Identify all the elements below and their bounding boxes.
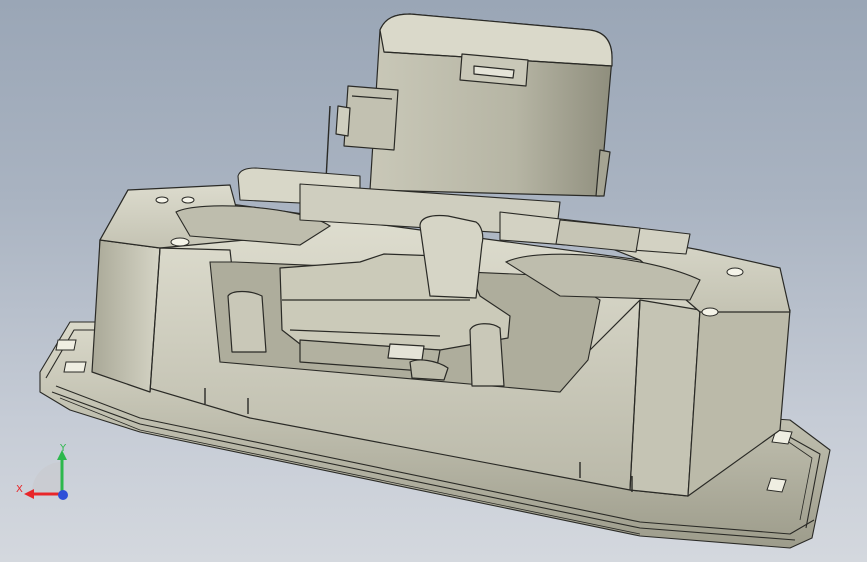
triad-graphic (24, 450, 68, 500)
coordinate-triad: Y X (10, 436, 80, 506)
y-axis-label: Y (60, 443, 67, 454)
cad-model[interactable] (0, 0, 867, 562)
triad-plane (32, 462, 62, 492)
graphics-viewport[interactable]: Y X (0, 0, 867, 562)
z-axis-icon (58, 490, 68, 500)
x-arrow-icon (24, 489, 34, 499)
x-axis-label: X (16, 484, 23, 495)
motor-assembly[interactable] (325, 13, 613, 197)
